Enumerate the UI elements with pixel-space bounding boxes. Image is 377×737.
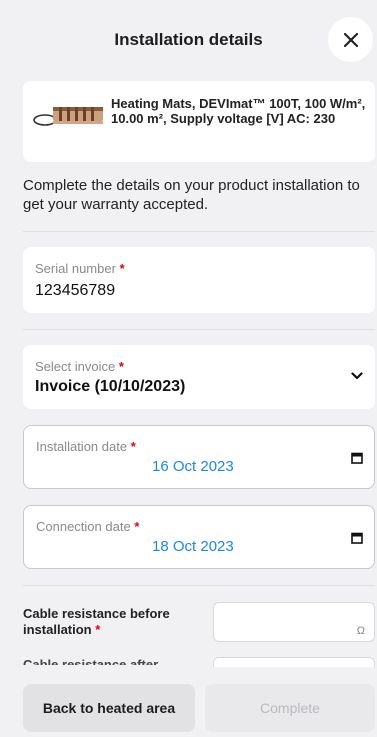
serial-number-label-text: Serial number <box>35 261 116 276</box>
connection-date-label-text: Connection date <box>36 519 131 534</box>
cable-resistance-before-input[interactable]: Ω <box>213 602 375 642</box>
close-button[interactable] <box>328 17 373 62</box>
connection-date-field[interactable]: Connection date * 18 Oct 2023 <box>23 505 375 569</box>
product-description: Heating Mats, DEVImat™ 100T, 100 W/m², 1… <box>111 96 366 126</box>
divider <box>23 231 375 232</box>
heating-mat-image <box>33 107 103 126</box>
required-mark: * <box>118 359 124 374</box>
cable-resistance-after-input[interactable] <box>213 657 375 667</box>
page-title: Installation details <box>114 30 263 49</box>
required-mark: * <box>130 439 136 454</box>
calendar-icon[interactable] <box>351 532 363 544</box>
required-mark: * <box>119 261 125 276</box>
connection-date-value: 18 Oct 2023 <box>152 538 234 555</box>
cable-resistance-after-label: Cable resistance after installation <box>23 657 159 665</box>
installation-date-label-text: Installation date <box>36 439 128 454</box>
calendar-icon[interactable] <box>351 452 363 464</box>
divider <box>23 585 375 586</box>
installation-date-field[interactable]: Installation date * 16 Oct 2023 <box>23 425 375 489</box>
serial-number-value[interactable]: 123456789 <box>35 282 115 300</box>
invoice-label: Select invoice * <box>35 359 124 374</box>
complete-button[interactable]: Complete <box>205 684 375 732</box>
product-card: Heating Mats, DEVImat™ 100T, 100 W/m², 1… <box>23 81 375 162</box>
required-mark: * <box>134 519 140 534</box>
close-icon <box>343 32 358 47</box>
serial-number-label: Serial number * <box>35 261 125 276</box>
installation-date-label: Installation date * <box>36 439 136 454</box>
ohm-unit: Ω <box>356 625 365 637</box>
invoice-label-text: Select invoice <box>35 359 116 374</box>
intro-text: Complete the details on your product ins… <box>23 177 360 213</box>
invoice-select[interactable]: Select invoice * Invoice (10/10/2023) <box>23 345 375 409</box>
serial-number-field[interactable]: Serial number * 123456789 <box>23 247 375 313</box>
required-mark: * <box>95 622 101 637</box>
installation-date-value: 16 Oct 2023 <box>152 458 234 475</box>
invoice-value: Invoice (10/10/2023) <box>35 378 186 395</box>
connection-date-label: Connection date * <box>36 519 139 534</box>
footer: Back to heated area Complete <box>0 669 377 737</box>
chevron-down-icon <box>351 372 363 380</box>
header: Installation details <box>0 0 377 78</box>
back-to-heated-area-button[interactable]: Back to heated area <box>23 684 195 732</box>
cable-resistance-before-label: Cable resistance before installation * <box>23 606 203 638</box>
divider <box>23 329 375 330</box>
